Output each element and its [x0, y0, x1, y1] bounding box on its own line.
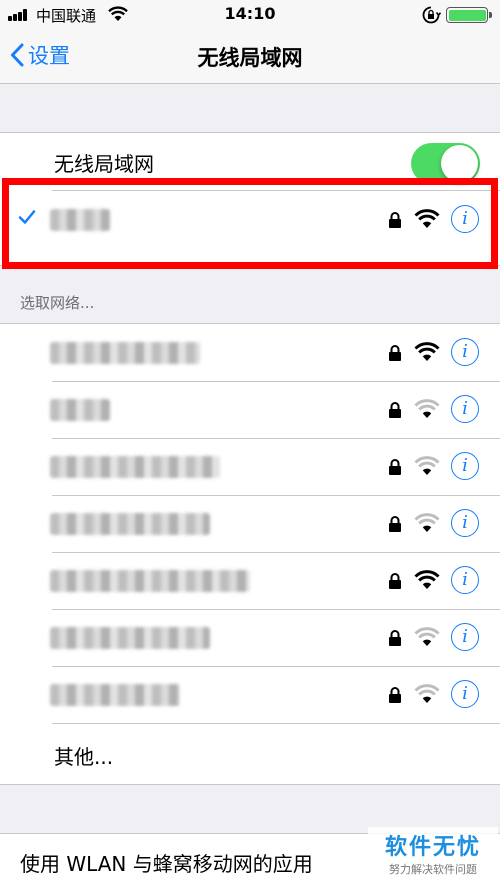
- lock-icon: [388, 687, 402, 707]
- network-row[interactable]: i: [0, 609, 500, 666]
- wifi-strength-icon: [414, 569, 440, 595]
- network-name-redacted: [50, 342, 200, 364]
- wifi-strength-icon: [414, 683, 440, 709]
- networks-group: i i i i i i i 其他...: [0, 323, 500, 785]
- other-network-label: 其他...: [54, 745, 114, 769]
- wifi-toggle-label: 无线局域网: [54, 152, 154, 176]
- network-name-redacted: [50, 513, 210, 535]
- page-title: 无线局域网: [197, 46, 303, 70]
- network-row[interactable]: i: [0, 324, 500, 381]
- navigation-bar: 设置 无线局域网: [0, 30, 500, 84]
- section-header: 选取网络...: [20, 294, 95, 312]
- info-icon[interactable]: i: [451, 452, 479, 480]
- info-icon[interactable]: i: [451, 509, 479, 537]
- network-row[interactable]: i: [0, 438, 500, 495]
- network-row[interactable]: i: [0, 381, 500, 438]
- wifi-strength-icon: [414, 398, 440, 424]
- network-name-redacted: [50, 627, 210, 649]
- info-icon[interactable]: i: [451, 566, 479, 594]
- lock-icon: [388, 516, 402, 536]
- watermark-subtitle: 努力解决软件问题: [389, 863, 477, 876]
- orientation-lock-icon: [421, 5, 442, 29]
- lock-icon: [388, 459, 402, 479]
- wifi-strength-icon: [414, 455, 440, 481]
- watermark-title: 软件无忧: [384, 835, 481, 860]
- info-icon[interactable]: i: [451, 395, 479, 423]
- lock-icon: [388, 630, 402, 650]
- network-name-redacted: [50, 399, 110, 421]
- other-network-row[interactable]: 其他...: [0, 726, 500, 783]
- lock-icon: [388, 573, 402, 593]
- network-name-redacted: [50, 570, 250, 592]
- network-name-redacted: [50, 456, 220, 478]
- wifi-strength-icon: [414, 512, 440, 538]
- network-row[interactable]: i: [0, 666, 500, 723]
- network-row[interactable]: i: [0, 495, 500, 552]
- lock-icon: [388, 345, 402, 365]
- info-icon[interactable]: i: [451, 338, 479, 366]
- info-icon[interactable]: i: [451, 623, 479, 651]
- lock-icon: [388, 402, 402, 422]
- battery-icon: [446, 7, 492, 23]
- status-bar: 中国联通 14:10: [0, 0, 500, 30]
- network-name-redacted: [50, 684, 180, 706]
- wifi-strength-icon: [414, 626, 440, 652]
- wifi-strength-icon: [414, 341, 440, 367]
- network-row[interactable]: i: [0, 552, 500, 609]
- info-icon[interactable]: i: [451, 680, 479, 708]
- watermark-logo: 软件无忧 努力解决软件问题: [368, 827, 498, 883]
- wlan-apps-label: 使用 WLAN 与蜂窝移动网的应用: [20, 852, 313, 876]
- highlight-box: [2, 178, 498, 269]
